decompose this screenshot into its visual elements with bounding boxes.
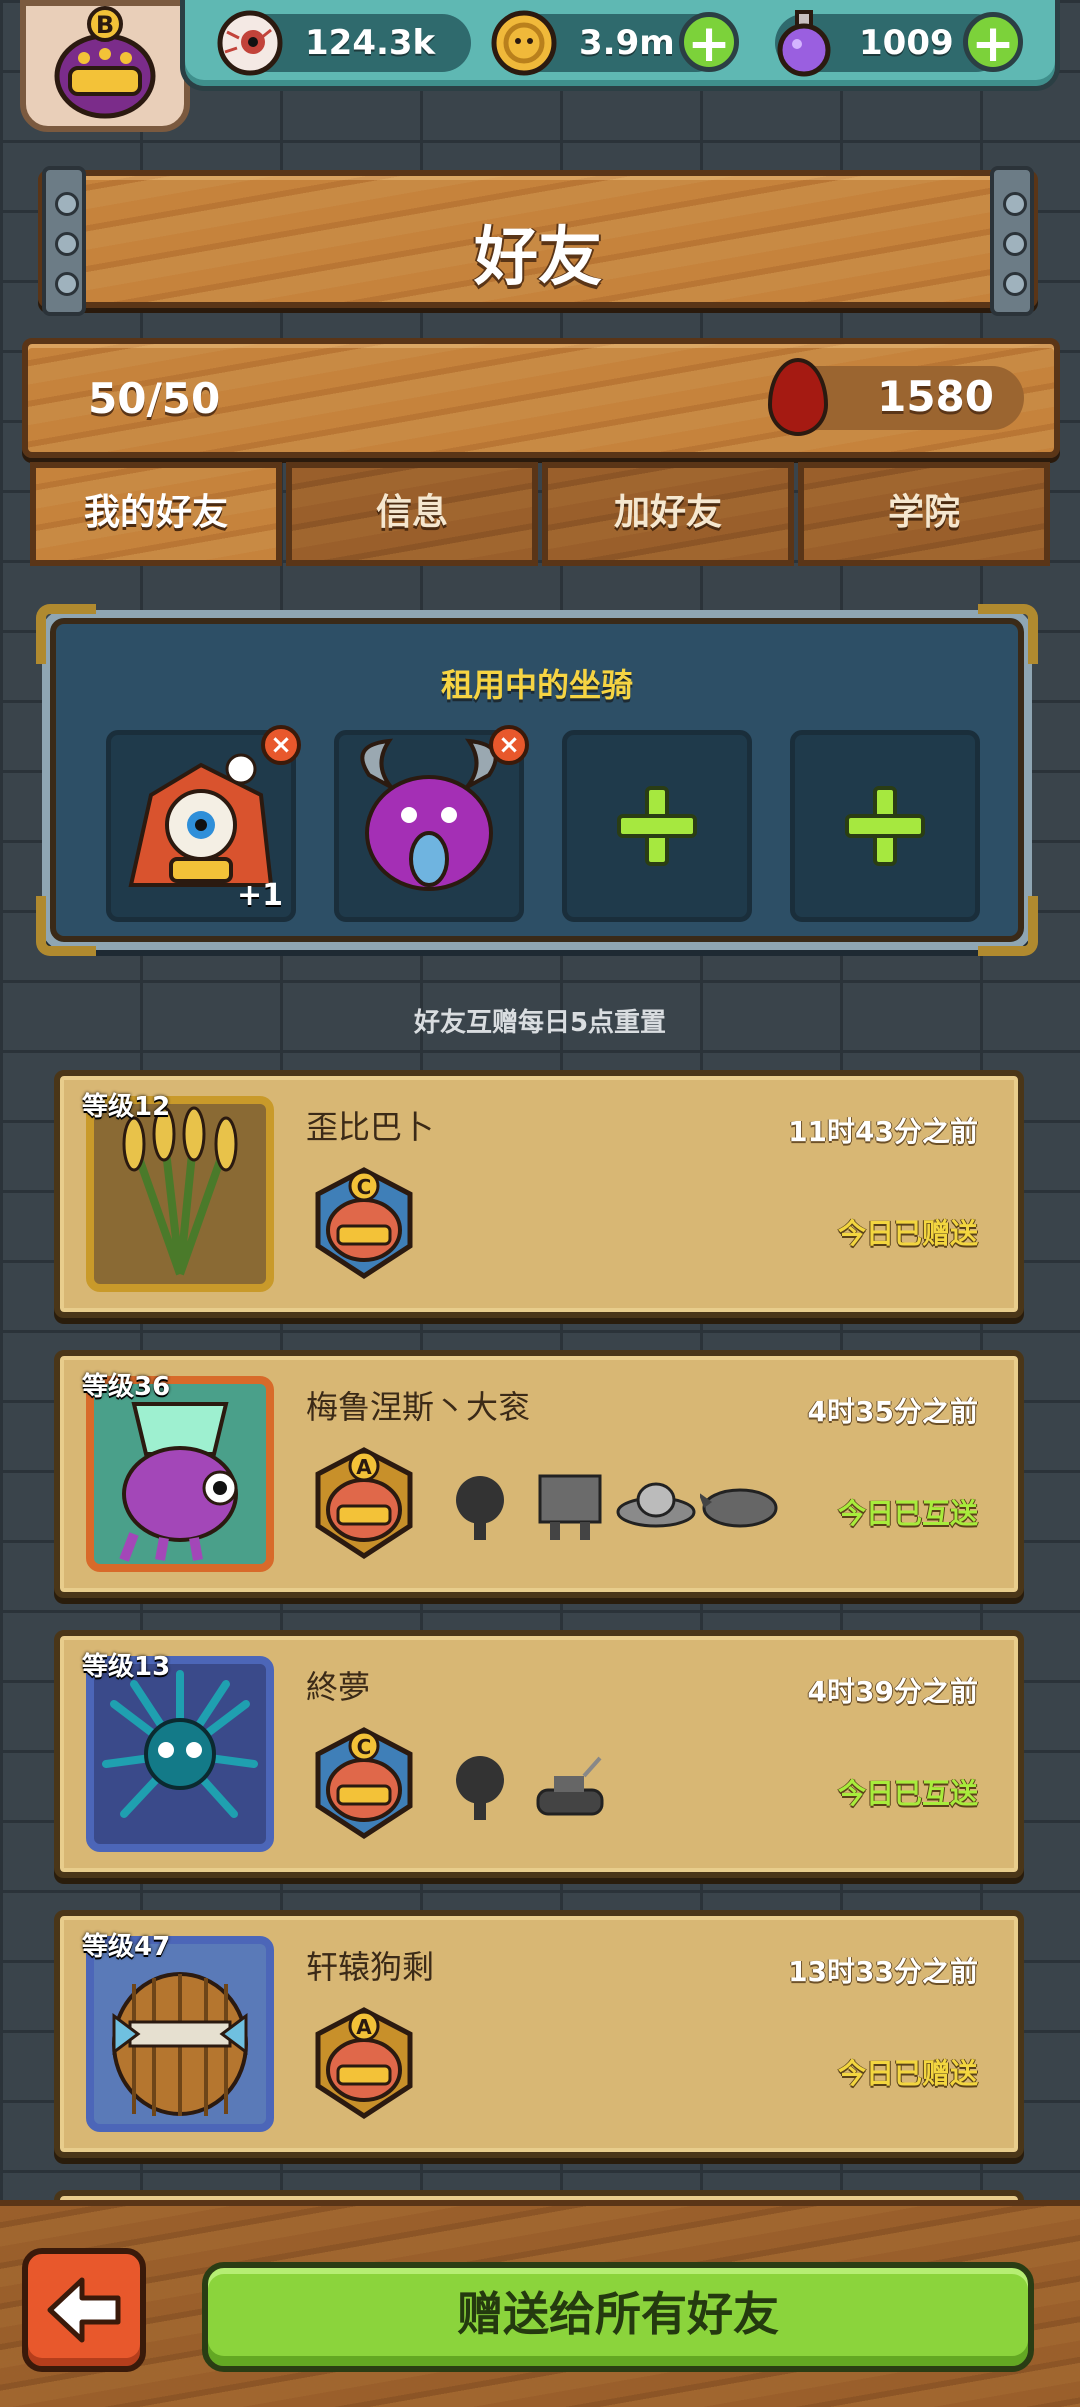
friend-count: 50/50 bbox=[88, 374, 221, 423]
rented-mounts-panel: 租用中的坐骑 × +1 × bbox=[36, 604, 1038, 956]
avatar-rank: B bbox=[96, 11, 114, 39]
eyeball-icon bbox=[217, 10, 283, 76]
friend-last-seen: 11时43分之前 bbox=[788, 1115, 978, 1148]
page-title: 好友 bbox=[474, 221, 602, 295]
remove-mount-2-button[interactable]: × bbox=[489, 725, 529, 765]
gift-status: 今日已赠送 bbox=[837, 2057, 978, 2090]
blood-value: 1580 bbox=[877, 372, 994, 421]
corner-ornament bbox=[36, 604, 96, 664]
airship-unit-icon bbox=[700, 1488, 778, 1528]
friend-level: 等级36 bbox=[82, 1372, 171, 1402]
rank-letter: A bbox=[356, 2015, 372, 2039]
blood-drop-icon bbox=[768, 358, 828, 436]
friend-name: 歪比巴卜 bbox=[306, 1108, 435, 1146]
stats-plank: 50/50 1580 bbox=[22, 338, 1060, 458]
rank-a-badge-icon: A bbox=[315, 1447, 413, 1559]
add-potions-button[interactable]: + bbox=[963, 12, 1023, 72]
resource-bar: 124.3k 3.9m + 1009 + bbox=[180, 0, 1060, 91]
friend-portrait bbox=[86, 1096, 274, 1292]
gift-all-friends-button[interactable]: 赠送给所有好友 bbox=[202, 2262, 1034, 2372]
rank-letter: C bbox=[357, 1735, 372, 1759]
monster-avatar-icon: B bbox=[54, 6, 156, 119]
add-mount-icon bbox=[617, 786, 697, 866]
rank-letter: A bbox=[356, 1455, 372, 1479]
purple-squid-monster-icon bbox=[119, 1402, 238, 1562]
corner-ornament bbox=[978, 896, 1038, 956]
ufo-unit-icon bbox=[616, 1482, 696, 1528]
rank-c-badge-icon: C bbox=[315, 1727, 413, 1839]
mount-slot-3-empty[interactable] bbox=[562, 730, 752, 922]
rice-plant-monster-icon bbox=[122, 1106, 238, 1276]
friend-portrait bbox=[86, 1936, 274, 2132]
mount-slot-4-empty[interactable] bbox=[790, 730, 980, 922]
coin-icon bbox=[491, 10, 557, 76]
rank-letter: C bbox=[357, 1175, 372, 1199]
straw-monster-icon bbox=[112, 1972, 248, 2116]
robot-unit-icon bbox=[538, 1474, 602, 1540]
blood-resource: 1580 bbox=[768, 358, 1024, 436]
arrow-left-icon bbox=[47, 2277, 121, 2343]
add-coins-button[interactable]: + bbox=[679, 12, 739, 72]
tree-unit-icon bbox=[456, 1476, 504, 1540]
rank-a-badge-icon: A bbox=[315, 2007, 413, 2119]
remove-mount-1-button[interactable]: × bbox=[261, 725, 301, 765]
purple-horned-monster-icon bbox=[360, 738, 498, 891]
friend-card[interactable]: 等级36 梅鲁涅斯丶大衮 4时35分之前 A 今日已互送 bbox=[54, 1350, 1024, 1598]
urchin-monster-icon bbox=[102, 1670, 258, 1818]
friend-last-seen: 4时39分之前 bbox=[807, 1675, 978, 1708]
add-mount-icon bbox=[845, 786, 925, 866]
mount-slot-1[interactable]: × +1 bbox=[106, 725, 301, 922]
corner-ornament bbox=[36, 896, 96, 956]
potions-value: 1009 bbox=[859, 23, 954, 63]
friend-name: 終夢 bbox=[306, 1668, 371, 1706]
tab-my-friends[interactable]: 我的好友 bbox=[30, 462, 282, 566]
tank-unit-icon bbox=[536, 1756, 604, 1816]
gift-status: 今日已赠送 bbox=[837, 1217, 978, 1250]
eyes-value: 124.3k bbox=[305, 23, 436, 63]
tab-add-friend[interactable]: 加好友 bbox=[542, 462, 794, 566]
coins-value: 3.9m bbox=[579, 23, 675, 63]
friend-name: 梅鲁涅斯丶大衮 bbox=[306, 1388, 531, 1426]
friend-level: 等级13 bbox=[82, 1652, 171, 1682]
tree-unit-icon bbox=[456, 1756, 504, 1820]
mount-slot-2[interactable]: × bbox=[334, 725, 529, 922]
friend-level: 等级12 bbox=[82, 1092, 171, 1122]
mount-bonus-label: +1 bbox=[236, 878, 283, 913]
corner-ornament bbox=[978, 604, 1038, 664]
mounts-title: 租用中的坐骑 bbox=[440, 666, 633, 704]
gift-status: 今日已互送 bbox=[837, 1497, 978, 1530]
title-plank: 好友 bbox=[38, 166, 1038, 316]
friend-card[interactable]: 等级12 歪比巴卜 11时43分之前 C 今日已赠送 bbox=[54, 1070, 1024, 1318]
friend-last-seen: 4时35分之前 bbox=[807, 1395, 978, 1428]
friend-card[interactable]: 等级13 終夢 4时39分之前 C 今日已互送 bbox=[54, 1630, 1024, 1878]
friend-last-seen: 13时33分之前 bbox=[788, 1955, 978, 1988]
friend-portrait bbox=[86, 1376, 274, 1572]
daily-reset-note: 好友互赠每日5点重置 bbox=[413, 1008, 667, 1038]
player-avatar[interactable]: B bbox=[20, 0, 190, 132]
rank-c-badge-icon: C bbox=[315, 1167, 413, 1279]
friend-portrait bbox=[86, 1656, 274, 1852]
tab-messages[interactable]: 信息 bbox=[286, 462, 538, 566]
back-button[interactable] bbox=[22, 2248, 146, 2372]
gift-status: 今日已互送 bbox=[837, 1777, 978, 1810]
eyes-resource: 124.3k bbox=[217, 10, 471, 76]
tab-academy[interactable]: 学院 bbox=[798, 462, 1050, 566]
potion-icon bbox=[777, 10, 831, 77]
friend-name: 轩辕狗剩 bbox=[306, 1948, 435, 1986]
friend-card[interactable]: 等级47 轩辕狗剩 13时33分之前 A 今日已赠送 bbox=[54, 1910, 1024, 2158]
friend-level: 等级47 bbox=[82, 1932, 171, 1962]
